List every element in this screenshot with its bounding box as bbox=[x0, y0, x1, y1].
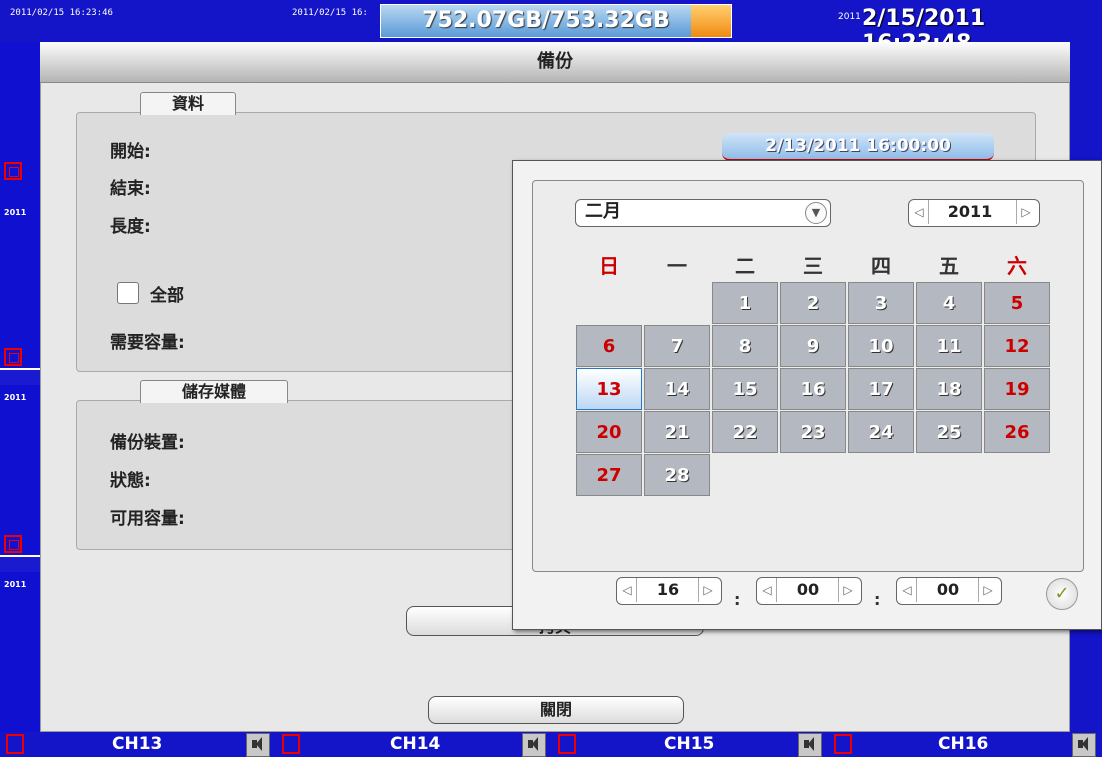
clock-prefix: 2011 bbox=[838, 12, 861, 22]
calendar-day[interactable]: 9 bbox=[780, 325, 846, 367]
channel-cell[interactable]: 2011 bbox=[0, 198, 40, 370]
calendar-day[interactable]: 21 bbox=[644, 411, 710, 453]
channel-timestamp: 2011 bbox=[4, 393, 27, 402]
channel-timestamp: 2011 bbox=[4, 208, 27, 217]
speaker-icon[interactable] bbox=[1072, 733, 1096, 757]
calendar-day[interactable]: 12 bbox=[984, 325, 1050, 367]
disk-capacity-text: 752.07GB/753.32GB bbox=[422, 8, 670, 33]
storage-group-label: 儲存媒體 bbox=[140, 380, 288, 403]
arrow-left-icon[interactable]: ◁ bbox=[898, 578, 917, 602]
chevron-down-icon[interactable]: ▼ bbox=[805, 202, 827, 224]
calendar-day[interactable]: 8 bbox=[712, 325, 778, 367]
all-label: 全部 bbox=[150, 286, 184, 306]
calendar-day[interactable]: 3 bbox=[848, 282, 914, 324]
time-separator: : bbox=[734, 590, 741, 609]
channel-timestamp: 2011 bbox=[4, 580, 27, 589]
calendar-day[interactable]: 1 bbox=[712, 282, 778, 324]
check-icon[interactable]: ✓ bbox=[1046, 578, 1078, 610]
arrow-left-icon[interactable]: ◁ bbox=[758, 578, 777, 602]
dialog-title: 備份 bbox=[40, 42, 1070, 83]
channel-label[interactable]: CH14 bbox=[390, 734, 440, 754]
channel-label[interactable]: CH15 bbox=[664, 734, 714, 754]
calendar-day[interactable]: 5 bbox=[984, 282, 1050, 324]
all-checkbox[interactable] bbox=[117, 282, 139, 304]
end-label: 結束: bbox=[110, 179, 151, 199]
calendar-day[interactable]: 16 bbox=[780, 368, 846, 410]
hour-value: 16 bbox=[656, 580, 680, 599]
calendar-day[interactable]: 17 bbox=[848, 368, 914, 410]
data-group-label: 資料 bbox=[140, 92, 236, 115]
calendar-day[interactable]: 11 bbox=[916, 325, 982, 367]
calendar-day[interactable]: 27 bbox=[576, 454, 642, 496]
calendar-day[interactable]: 15 bbox=[712, 368, 778, 410]
channel-label[interactable]: CH13 bbox=[112, 734, 162, 754]
weekday-header: 日 bbox=[599, 254, 619, 278]
status-label: 狀態: bbox=[110, 471, 151, 491]
arrow-right-icon[interactable]: ▷ bbox=[698, 578, 717, 602]
calendar-day[interactable]: 28 bbox=[644, 454, 710, 496]
weekday-header: 六 bbox=[1007, 254, 1027, 278]
start-label: 開始: bbox=[110, 142, 151, 162]
calendar-day[interactable]: 25 bbox=[916, 411, 982, 453]
weekday-header: 二 bbox=[735, 254, 755, 278]
channel-timestamp: 2011/02/15 16:23:46 bbox=[10, 8, 113, 18]
channel-timestamp: 2011/02/15 16: bbox=[292, 8, 368, 18]
backup-device-label: 備份裝置: bbox=[110, 433, 185, 453]
calendar-day[interactable]: 6 bbox=[576, 325, 642, 367]
arrow-right-icon[interactable]: ▷ bbox=[838, 578, 857, 602]
record-icon bbox=[558, 734, 576, 754]
length-label: 長度: bbox=[110, 217, 151, 237]
weekday-header: 三 bbox=[803, 254, 823, 278]
arrow-right-icon[interactable]: ▷ bbox=[1016, 200, 1035, 224]
required-capacity-label: 需要容量: bbox=[110, 333, 185, 353]
arrow-left-icon[interactable]: ◁ bbox=[910, 200, 929, 224]
record-icon bbox=[4, 535, 22, 553]
channel-cell[interactable]: 2011 bbox=[0, 385, 40, 557]
calendar-day[interactable]: 10 bbox=[848, 325, 914, 367]
calendar-day[interactable]: 7 bbox=[644, 325, 710, 367]
record-icon bbox=[834, 734, 852, 754]
calendar-day[interactable]: 19 bbox=[984, 368, 1050, 410]
channel-bar bbox=[0, 732, 1102, 757]
calendar-day[interactable]: 2 bbox=[780, 282, 846, 324]
channel-label[interactable]: CH16 bbox=[938, 734, 988, 754]
arrow-right-icon[interactable]: ▷ bbox=[978, 578, 997, 602]
speaker-icon[interactable] bbox=[246, 733, 270, 757]
arrow-left-icon[interactable]: ◁ bbox=[618, 578, 637, 602]
record-icon bbox=[4, 348, 22, 366]
calendar-day[interactable]: 14 bbox=[644, 368, 710, 410]
calendar-day[interactable]: 18 bbox=[916, 368, 982, 410]
calendar-day[interactable]: 23 bbox=[780, 411, 846, 453]
calendar-day[interactable]: 22 bbox=[712, 411, 778, 453]
year-value: 2011 bbox=[947, 202, 993, 221]
time-separator: : bbox=[874, 590, 881, 609]
second-value: 00 bbox=[936, 580, 960, 599]
start-time-field[interactable]: 2/13/2011 16:00:00 bbox=[722, 133, 994, 161]
calendar-day[interactable]: 26 bbox=[984, 411, 1050, 453]
weekday-header: 五 bbox=[939, 254, 959, 278]
calendar-day[interactable]: 24 bbox=[848, 411, 914, 453]
record-icon bbox=[282, 734, 300, 754]
month-value: 二月 bbox=[585, 201, 621, 222]
record-icon bbox=[4, 162, 22, 180]
channel-cell[interactable] bbox=[0, 42, 40, 214]
available-capacity-label: 可用容量: bbox=[110, 509, 185, 529]
close-button[interactable]: 關閉 bbox=[428, 696, 684, 724]
minute-value: 00 bbox=[796, 580, 820, 599]
weekday-header: 一 bbox=[667, 254, 687, 278]
calendar-day[interactable]: 4 bbox=[916, 282, 982, 324]
speaker-icon[interactable] bbox=[798, 733, 822, 757]
disk-capacity-bar: 752.07GB/753.32GB bbox=[380, 4, 732, 38]
record-icon bbox=[6, 734, 24, 754]
calendar-day[interactable]: 20 bbox=[576, 411, 642, 453]
weekday-header: 四 bbox=[871, 254, 891, 278]
calendar-day-selected[interactable]: 13 bbox=[576, 368, 642, 410]
speaker-icon[interactable] bbox=[522, 733, 546, 757]
channel-cell[interactable]: 2011 bbox=[0, 572, 40, 734]
